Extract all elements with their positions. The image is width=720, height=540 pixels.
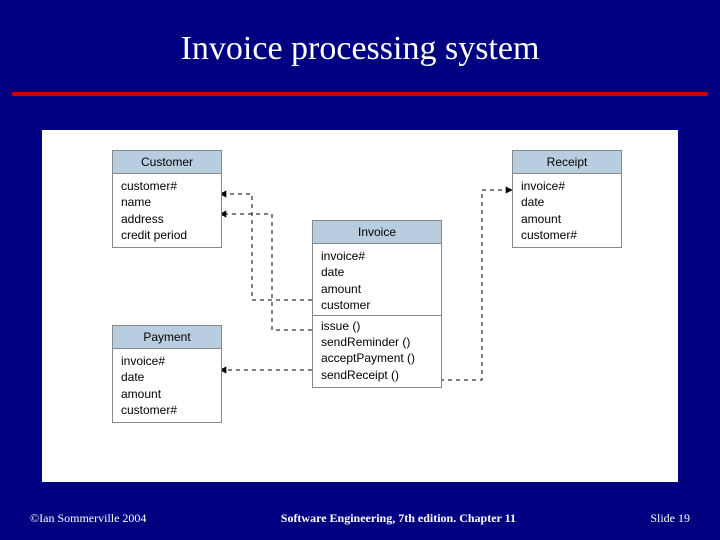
class-attr: customer# <box>521 227 613 243</box>
class-attr: date <box>321 264 433 280</box>
class-attr: invoice# <box>121 353 213 369</box>
class-attr: customer# <box>121 178 213 194</box>
class-attr: date <box>121 369 213 385</box>
class-receipt-body: invoice# date amount customer# <box>513 174 621 247</box>
class-invoice-header: Invoice <box>313 221 441 244</box>
class-attr: amount <box>121 386 213 402</box>
class-op: issue () <box>321 318 433 334</box>
class-op: sendReceipt () <box>321 367 433 383</box>
class-customer: Customer customer# name address credit p… <box>112 150 222 248</box>
class-customer-body: customer# name address credit period <box>113 174 221 247</box>
footer-left: ©Ian Sommerville 2004 <box>30 511 146 526</box>
class-attr: invoice# <box>321 248 433 264</box>
class-op: sendReminder () <box>321 334 433 350</box>
class-attr: date <box>521 194 613 210</box>
class-attr: amount <box>321 281 433 297</box>
class-customer-header: Customer <box>113 151 221 174</box>
class-payment-body: invoice# date amount customer# <box>113 349 221 422</box>
title-area: Invoice processing system <box>0 0 720 100</box>
class-invoice: Invoice invoice# date amount customer is… <box>312 220 442 388</box>
class-attr: invoice# <box>521 178 613 194</box>
class-payment: Payment invoice# date amount customer# <box>112 325 222 423</box>
class-attr: credit period <box>121 227 213 243</box>
class-invoice-body: invoice# date amount customer issue () s… <box>313 244 441 387</box>
class-attr: customer# <box>121 402 213 418</box>
class-attr: amount <box>521 211 613 227</box>
class-receipt: Receipt invoice# date amount customer# <box>512 150 622 248</box>
class-attr: address <box>121 211 213 227</box>
title-underline <box>12 92 708 96</box>
footer: ©Ian Sommerville 2004 Software Engineeri… <box>0 508 720 528</box>
diagram-canvas: Customer customer# name address credit p… <box>42 130 678 482</box>
class-attr: customer <box>321 297 433 313</box>
class-receipt-header: Receipt <box>513 151 621 174</box>
slide-title: Invoice processing system <box>0 30 720 68</box>
slide: Invoice processing system Customer custo… <box>0 0 720 540</box>
footer-center: Software Engineering, 7th edition. Chapt… <box>281 511 516 526</box>
footer-right: Slide 19 <box>650 511 690 526</box>
class-separator <box>313 315 441 316</box>
class-attr: name <box>121 194 213 210</box>
class-op: acceptPayment () <box>321 350 433 366</box>
class-payment-header: Payment <box>113 326 221 349</box>
